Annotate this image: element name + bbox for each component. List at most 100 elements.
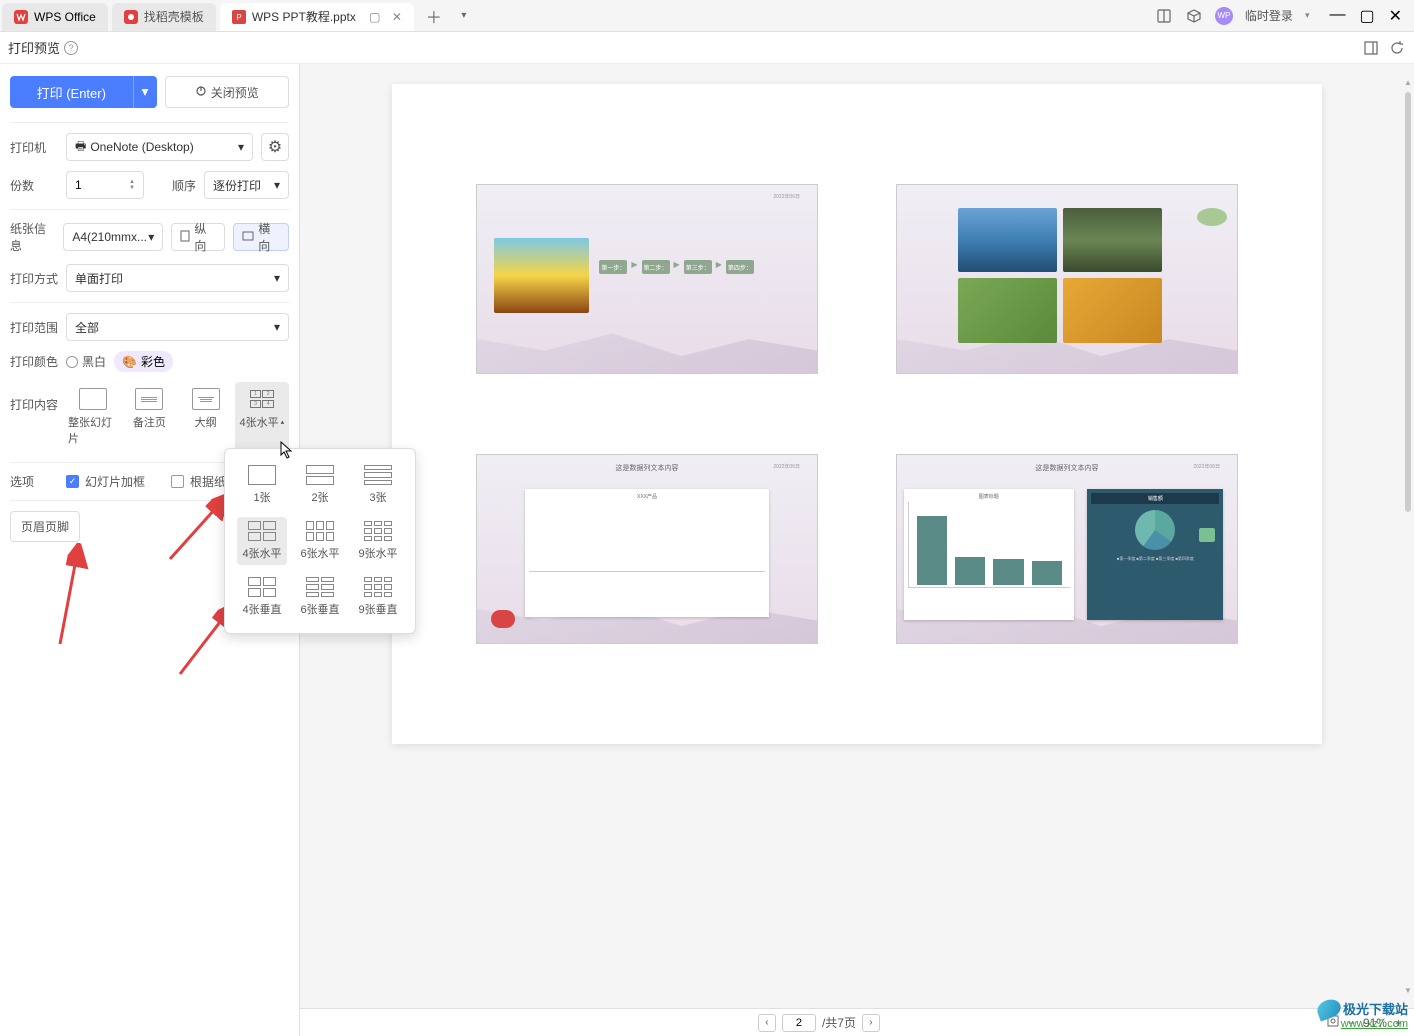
tab-templates[interactable]: 找稻壳模板 — [112, 3, 216, 31]
scroll-up-icon[interactable]: ▲ — [1404, 76, 1412, 88]
window-controls: — ▢ ✕ — [1329, 6, 1402, 26]
layout-4v[interactable]: 4张垂直 — [237, 573, 287, 621]
chevron-down-icon: ▾ — [238, 140, 244, 154]
layout-9h[interactable]: 9张水平 — [353, 517, 403, 565]
statusbar: ‹ /共7页 › − 91% + — [300, 1008, 1414, 1036]
minimize-button[interactable]: — — [1329, 6, 1345, 26]
scrollbar-thumb[interactable] — [1405, 92, 1411, 512]
preview-area: 2022年06日 第一步：▶ 第二步：▶ 第三步：▶ 第四步： — [300, 64, 1414, 1036]
layout-2[interactable]: 2张 — [295, 461, 345, 509]
option-frame[interactable]: ✓幻灯片加框 — [66, 473, 145, 490]
stepper-down-icon[interactable]: ▼ — [129, 185, 135, 191]
print-page: 2022年06日 第一步：▶ 第二步：▶ 第三步：▶ 第四步： — [392, 84, 1322, 744]
preview-scroll[interactable]: 2022年06日 第一步：▶ 第二步：▶ 第三步：▶ 第四步： — [300, 64, 1414, 1008]
chevron-down-icon: ▾ — [274, 320, 280, 334]
copies-label: 份数 — [10, 177, 58, 194]
close-button[interactable]: ✕ — [1389, 6, 1402, 26]
layout-1[interactable]: 1张 — [237, 461, 287, 509]
outline-icon — [192, 388, 220, 410]
slide-thumbnail-1: 2022年06日 第一步：▶ 第二步：▶ 第三步：▶ 第四步： — [476, 184, 818, 374]
page-input[interactable] — [782, 1014, 816, 1032]
app-name: WPS Office — [34, 10, 96, 24]
orientation-landscape[interactable]: 横向 — [233, 223, 289, 251]
layout-9v[interactable]: 9张垂直 — [353, 573, 403, 621]
present-icon[interactable]: ▢ — [368, 10, 382, 24]
order-select[interactable]: 逐份打印 ▾ — [204, 171, 289, 199]
watermark-url: www.xz7.com — [1341, 1018, 1408, 1030]
print-dropdown-button[interactable]: ▾ — [133, 76, 157, 108]
watermark-logo-icon — [1315, 996, 1344, 1021]
chevron-down-icon: ▾ — [274, 178, 280, 192]
content-full-slide[interactable]: 整张幻灯片 — [66, 382, 120, 452]
titlebar-right: WP 临时登录 ▾ — ▢ ✕ — [1155, 6, 1414, 26]
color-bw-radio[interactable]: 黑白 — [66, 353, 106, 370]
chevron-up-icon: ▴ — [281, 418, 285, 426]
tab-label: 找稻壳模板 — [144, 8, 204, 25]
content-4horizontal[interactable]: 1234 4张水平▴ — [235, 382, 289, 452]
titlebar: WPS Office 找稻壳模板 P WPS PPT教程.pptx ▢ ✕ ＋ … — [0, 0, 1414, 32]
action-buttons: 打印 (Enter) ▾ 关闭预览 — [10, 76, 289, 108]
layout-6v[interactable]: 6张垂直 — [295, 573, 345, 621]
toolbar-right — [1362, 39, 1406, 57]
slide-thumbnail-4: 这是数据列文本内容 2022年06日 图表标题 销售额 — [896, 454, 1238, 644]
printer-select[interactable]: 🖶OneNote (Desktop) ▾ — [66, 133, 253, 161]
color-label: 打印颜色 — [10, 353, 58, 370]
chevron-down-icon: ▾ — [148, 230, 154, 244]
avatar-icon[interactable]: WP — [1215, 7, 1233, 25]
toolbar: 打印预览 ? — [0, 32, 1414, 64]
pager: ‹ /共7页 › — [312, 1014, 1326, 1032]
layout-6h[interactable]: 6张水平 — [295, 517, 345, 565]
content-label: 打印内容 — [10, 382, 58, 413]
content-outline[interactable]: 大纲 — [179, 382, 233, 452]
slide-steps: 第一步：▶ 第二步：▶ 第三步：▶ 第四步： — [599, 260, 753, 274]
app-tab[interactable]: WPS Office — [2, 3, 108, 31]
range-select[interactable]: 全部 ▾ — [66, 313, 289, 341]
printer-settings-button[interactable]: ⚙ — [261, 133, 289, 161]
tab-menu-button[interactable]: ▾ — [452, 4, 476, 28]
palette-icon: 🎨 — [122, 355, 137, 369]
chevron-down-icon: ▾ — [274, 271, 280, 285]
print-button[interactable]: 打印 (Enter) — [10, 76, 133, 108]
login-status[interactable]: 临时登录 — [1245, 7, 1293, 24]
slide-bar-chart: XXX产品 — [525, 489, 770, 617]
chevron-down-icon[interactable]: ▾ — [1305, 10, 1310, 21]
layout-4h[interactable]: 4张水平 — [237, 517, 287, 565]
add-tab-button[interactable]: ＋ — [422, 4, 446, 28]
main: 打印 (Enter) ▾ 关闭预览 打印机 🖶OneNote (Desktop)… — [0, 64, 1414, 1036]
tab-label: WPS PPT教程.pptx — [252, 8, 356, 25]
refresh-icon[interactable] — [1388, 39, 1406, 57]
slide-pie-chart: 销售额 ■第一季度 ■第二季度 ■第三季度 ■第四季度 — [1087, 489, 1223, 621]
panel-icon[interactable] — [1155, 7, 1173, 25]
layout-3[interactable]: 3张 — [353, 461, 403, 509]
ppt-icon — [491, 610, 515, 628]
copies-input[interactable]: 1 ▲▼ — [66, 171, 144, 199]
slide-bar-chart-2: 图表标题 — [904, 489, 1074, 621]
paper-select[interactable]: A4(210mmx... ▾ — [63, 223, 163, 251]
prev-page-button[interactable]: ‹ — [758, 1014, 776, 1032]
orientation-portrait[interactable]: 纵向 — [171, 223, 225, 251]
template-icon — [124, 10, 138, 24]
watermark-brand: 极光下载站 — [1343, 999, 1408, 1018]
tab-document[interactable]: P WPS PPT教程.pptx ▢ ✕ — [220, 3, 414, 31]
close-icon[interactable]: ✕ — [392, 10, 402, 24]
layout-popup: 1张 2张 3张 4张水平 6张水平 9张水平 4张垂直 6张垂直 9张垂直 — [224, 448, 416, 634]
layout-icon[interactable] — [1362, 39, 1380, 57]
full-slide-icon — [79, 388, 107, 410]
color-color-radio[interactable]: 🎨 彩色 — [114, 351, 173, 372]
header-footer-button[interactable]: 页眉页脚 — [10, 511, 80, 542]
printer-icon: 🖶 — [75, 137, 86, 158]
content-options: 整张幻灯片 备注页 大纲 1234 4张水平▴ — [66, 382, 289, 452]
content-notes[interactable]: 备注页 — [122, 382, 176, 452]
maximize-button[interactable]: ▢ — [1359, 6, 1374, 26]
duplex-select[interactable]: 单面打印 ▾ — [66, 264, 289, 292]
scroll-down-icon[interactable]: ▼ — [1404, 984, 1412, 996]
options-label: 选项 — [10, 473, 58, 490]
help-icon[interactable]: ? — [64, 41, 78, 55]
grid-4h-icon: 1234 — [248, 388, 276, 410]
box-icon[interactable] — [1185, 7, 1203, 25]
close-preview-button[interactable]: 关闭预览 — [165, 76, 290, 108]
scrollbar[interactable]: ▲ ▼ — [1404, 76, 1412, 996]
next-page-button[interactable]: › — [862, 1014, 880, 1032]
gear-icon: ⚙ — [268, 137, 282, 157]
portrait-icon — [180, 230, 190, 245]
